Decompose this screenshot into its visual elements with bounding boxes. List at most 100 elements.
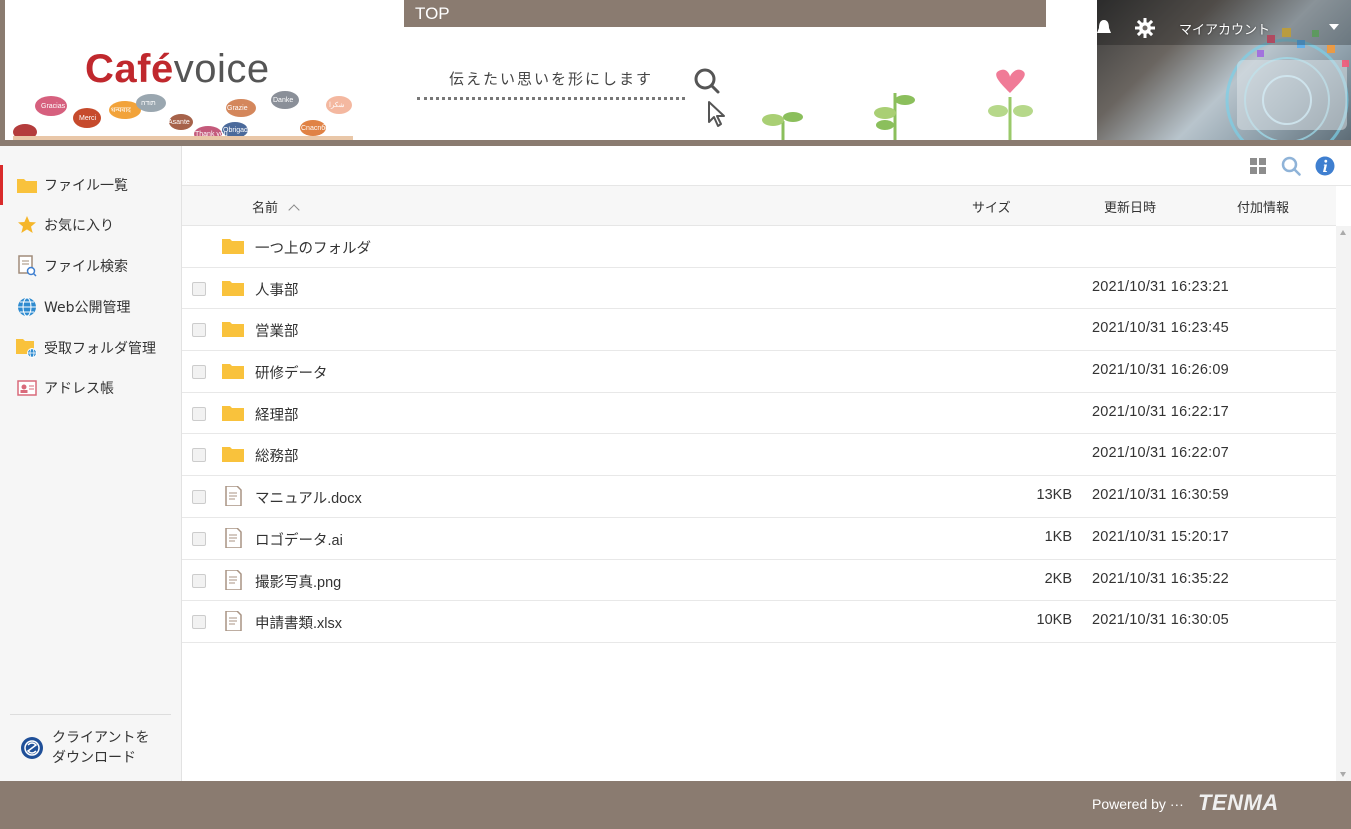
my-account-menu[interactable]: マイアカウント [1179, 19, 1270, 38]
bubble-word: شكرا [329, 101, 345, 109]
sort-ascending-icon[interactable] [288, 204, 300, 216]
sidebar-item-label: Web公開管理 [44, 300, 131, 316]
column-extra-header[interactable]: 付加情報 [1237, 197, 1289, 216]
thank-you-bubbles-illustration: Gracias Merci Grazie Danke Asante Thank … [13, 91, 353, 140]
sidebar-item-address-book[interactable]: アドレス帳 [0, 368, 181, 408]
file-name: マニュアル.docx [255, 491, 362, 508]
scroll-up-icon[interactable] [1340, 230, 1346, 235]
bubble-word: Gracias [41, 103, 66, 110]
folder-row[interactable]: 総務部 2021/10/31 16:22:07 [182, 434, 1336, 477]
file-size: 13KB [1036, 487, 1072, 504]
address-card-icon [16, 377, 38, 399]
folder-icon [222, 239, 244, 254]
file-size: 10KB [1036, 612, 1072, 629]
sidebar-item-file-list[interactable]: ファイル一覧 [0, 165, 181, 205]
file-name: 人事部 [255, 282, 299, 299]
bubble-word: धन्यवाद [111, 107, 131, 114]
file-modified-date: 2021/10/31 16:22:07 [1092, 445, 1229, 462]
row-checkbox[interactable] [192, 573, 206, 588]
bell-icon[interactable] [1097, 18, 1111, 38]
column-name-label: 名前 [252, 201, 279, 216]
info-icon[interactable] [1315, 156, 1335, 176]
file-row[interactable]: 申請書類.xlsx 10KB 2021/10/31 16:30:05 [182, 601, 1336, 643]
file-modified-date: 2021/10/31 16:23:45 [1092, 320, 1229, 337]
file-row[interactable]: マニュアル.docx 13KB 2021/10/31 16:30:59 [182, 476, 1336, 518]
globe-icon [16, 296, 38, 318]
sidebar-item-label: アドレス帳 [44, 381, 114, 397]
document-icon [225, 611, 242, 632]
bubble-word: Cnacnбo [301, 124, 329, 132]
folder-icon [16, 174, 38, 196]
parent-folder-row[interactable]: 一つ上のフォルダ [182, 226, 1336, 268]
folder-globe-icon [16, 337, 38, 359]
document-icon [225, 569, 242, 590]
folder-icon [222, 405, 244, 421]
file-size: 1KB [1044, 528, 1072, 545]
bubble-word: Obrigado [223, 127, 252, 134]
sidebar-item-label: ファイル一覧 [44, 178, 128, 194]
sidebar-item-label: 受取フォルダ管理 [44, 341, 156, 357]
sidebar: ファイル一覧 お気に入り ファイル検索 Web公開管理 受取フォルダ管理 アドレ… [0, 146, 182, 781]
column-modified-header[interactable]: 更新日時 [1104, 197, 1156, 216]
folder-icon [222, 447, 244, 463]
file-rows: 一つ上のフォルダ 人事部 2021/10/31 16:23:21 営業部 2021/1… [182, 226, 1336, 643]
document-icon [225, 527, 242, 548]
scroll-down-icon[interactable] [1340, 772, 1346, 777]
cafevoice-logo[interactable]: Cafévoice [85, 47, 270, 92]
file-list-panel: 名前 サイズ 更新日時 付加情報 一つ上のフォルダ 人事部 2021/10/31 … [182, 146, 1351, 781]
folder-icon [222, 364, 244, 380]
bubble-word: תודה [141, 100, 156, 107]
bubble-word: Grazie [227, 105, 248, 112]
folder-row[interactable]: 経理部 2021/10/31 16:22:17 [182, 393, 1336, 435]
download-line-2: ダウンロード [52, 749, 136, 766]
sidebar-item-favorites[interactable]: お気に入り [0, 205, 181, 245]
file-name: 営業部 [255, 324, 299, 341]
gear-icon[interactable] [1135, 18, 1155, 38]
row-checkbox[interactable] [192, 531, 206, 546]
bubble-word: Merci [79, 115, 97, 122]
star-icon [16, 214, 38, 236]
download-line-1: クライアントを [52, 729, 150, 746]
row-container: 人事部 2021/10/31 16:23:21 営業部 2021/10/31 16:2… [182, 268, 1336, 643]
row-checkbox[interactable] [192, 365, 206, 380]
chevron-down-icon[interactable] [1329, 24, 1339, 30]
row-checkbox[interactable] [192, 448, 206, 463]
tenma-logo: TENMA [1198, 790, 1279, 815]
search-icon[interactable] [691, 66, 723, 98]
file-row[interactable]: ロゴデータ.ai 1KB 2021/10/31 15:20:17 [182, 518, 1336, 560]
folder-row[interactable]: 営業部 2021/10/31 16:23:45 [182, 309, 1336, 352]
grid-view-icon[interactable] [1248, 156, 1268, 176]
client-download-icon [21, 736, 43, 759]
tagline-search-field[interactable]: 伝えたい思いを形にします [417, 66, 685, 100]
bubble-word: Danke [273, 97, 293, 104]
download-client-text: クライアントを ダウンロード [52, 728, 149, 768]
row-checkbox[interactable] [192, 406, 206, 421]
file-search-icon [16, 255, 38, 277]
folder-row[interactable]: 研修データ 2021/10/31 16:26:09 [182, 351, 1336, 393]
top-link[interactable]: TOP [404, 0, 1046, 27]
column-name-header[interactable]: 名前 [252, 197, 300, 216]
file-modified-date: 2021/10/31 16:26:09 [1092, 362, 1229, 379]
vertical-scrollbar[interactable] [1336, 226, 1351, 781]
file-modified-date: 2021/10/31 15:20:17 [1092, 528, 1229, 545]
row-checkbox[interactable] [192, 323, 206, 338]
file-name: ロゴデータ.ai [255, 532, 343, 549]
row-checkbox[interactable] [192, 490, 206, 505]
logo-voice-text: voice [173, 47, 270, 91]
file-name: 撮影写真.png [255, 574, 342, 591]
file-modified-date: 2021/10/31 16:22:17 [1092, 403, 1229, 420]
list-header: 名前 サイズ 更新日時 付加情報 [182, 186, 1336, 226]
download-client-link[interactable]: クライアントを ダウンロード [10, 714, 171, 780]
folder-row[interactable]: 人事部 2021/10/31 16:23:21 [182, 268, 1336, 310]
row-checkbox[interactable] [192, 615, 206, 630]
column-size-header[interactable]: サイズ [972, 197, 1011, 216]
sidebar-item-web-publish[interactable]: Web公開管理 [0, 287, 181, 327]
sidebar-item-receive-folder[interactable]: 受取フォルダ管理 [0, 328, 181, 368]
search-icon[interactable] [1281, 156, 1301, 176]
sidebar-item-label: お気に入り [44, 218, 114, 234]
sidebar-item-file-search[interactable]: ファイル検索 [0, 246, 181, 286]
app-footer: Powered by ··· TENMA [0, 781, 1351, 829]
file-row[interactable]: 撮影写真.png 2KB 2021/10/31 16:35:22 [182, 560, 1336, 602]
row-checkbox[interactable] [192, 281, 206, 296]
file-modified-date: 2021/10/31 16:35:22 [1092, 570, 1229, 587]
